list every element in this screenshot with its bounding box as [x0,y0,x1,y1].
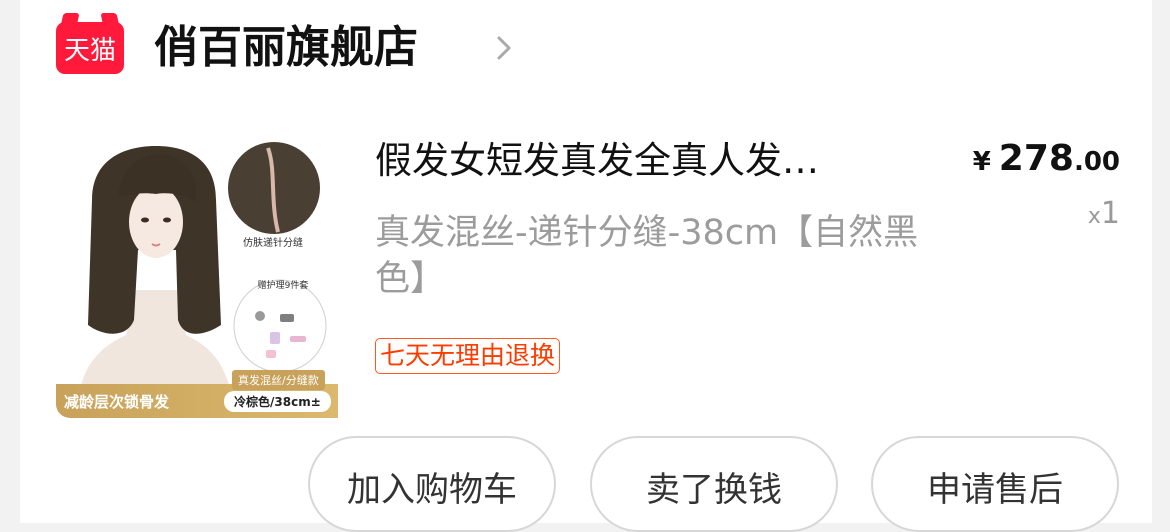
price-decimal: .00 [1073,147,1120,177]
after-sales-button[interactable]: 申请售后 [871,436,1119,532]
product-quantity: x1 [1080,196,1120,231]
resell-button[interactable]: 卖了换钱 [590,436,838,532]
price-currency: ¥ [972,147,991,177]
tmall-logo: 天猫 [56,22,124,74]
image-detail-label: 仿肤递针分缝 [243,238,303,249]
tmall-logo-text: 天猫 [63,35,116,66]
product-sku: 真发混丝-递针分缝-38cm【自然黑色】 [375,213,919,299]
order-card: 天猫 俏百丽旗舰店 仿肤递针分缝 赠护理9件套 减龄层次锁骨发 真发混丝/分缝款… [20,0,1152,532]
price-integer: 278 [998,138,1074,179]
image-banner-text: 减龄层次锁骨发 [64,393,170,411]
quantity-prefix: x [1087,204,1101,229]
product-title[interactable]: 假发女短发真发全真人发… [375,136,915,186]
image-style-tag: 真发混丝/分缝款 [232,370,325,390]
product-image[interactable]: 仿肤递针分缝 赠护理9件套 减龄层次锁骨发 真发混丝/分缝款 冷棕色/38cm± [56,140,338,418]
image-spec-pill: 冷棕色/38cm± [224,391,331,412]
product-price: ¥278.00 [960,138,1120,179]
image-gift-label: 赠护理9件套 [257,281,309,291]
store-name[interactable]: 俏百丽旗舰店 [154,20,418,76]
quantity-value: 1 [1100,196,1120,231]
chevron-right-icon[interactable] [490,34,518,62]
add-to-cart-button[interactable]: 加入购物车 [308,436,556,532]
return-policy-badge: 七天无理由退换 [375,338,561,374]
